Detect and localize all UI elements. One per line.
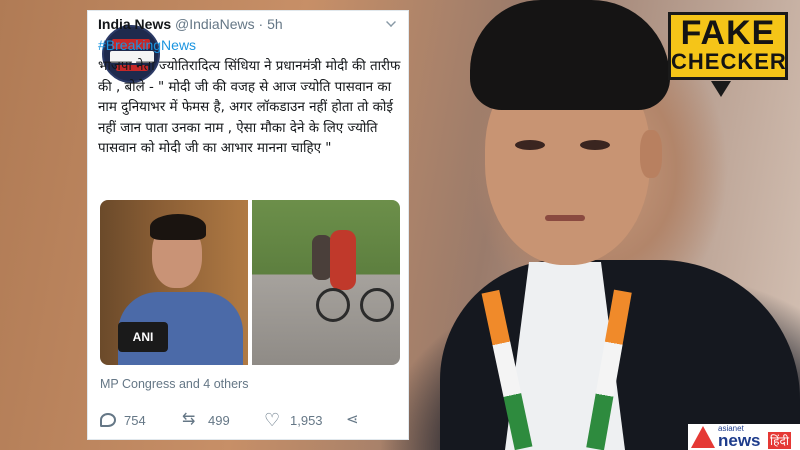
person-hair <box>470 0 670 110</box>
person-mouth <box>545 215 585 221</box>
bicycle-photo[interactable] <box>252 200 400 365</box>
reply-icon <box>100 413 116 427</box>
asianet-news-logo: asianet news हिंदी <box>688 424 800 450</box>
person-eye-left <box>515 140 545 150</box>
tweet-media[interactable]: ANI <box>100 200 400 365</box>
interview-photo[interactable]: ANI <box>100 200 248 365</box>
ani-mic-label: ANI <box>118 322 168 352</box>
bicycle-wheel-front <box>316 288 350 322</box>
tweet-text: भाजपा नेता ज्योतिरादित्य सिंधिया ने प्रध… <box>98 59 401 156</box>
badge-pointer <box>711 81 731 97</box>
reply-count: 754 <box>124 412 146 428</box>
bicycle-rider <box>330 230 356 290</box>
logo-triangle-icon <box>691 426 715 448</box>
tweet-time[interactable]: 5h <box>267 16 283 32</box>
bicycle-wheel-back <box>360 288 394 322</box>
bicycle-passenger <box>312 235 332 280</box>
tweet-actions: 754 ⇆ 499 ♡ 1,953 ⋖ <box>100 409 400 431</box>
tweet-card[interactable]: India News @IndiaNews · 5h #BreakingNews… <box>87 10 409 440</box>
reply-button[interactable]: 754 <box>100 409 146 431</box>
author-handle[interactable]: @IndiaNews <box>175 16 255 32</box>
retweet-icon: ⇆ <box>182 411 196 428</box>
header-separator: · <box>258 16 264 32</box>
badge-line2: CHECKER <box>671 49 787 74</box>
hashtag-link[interactable]: #BreakingNews <box>98 35 196 55</box>
tagged-users-note[interactable]: MP Congress and 4 others <box>100 377 248 391</box>
interview-hair <box>150 214 206 240</box>
person-eye-right <box>580 140 610 150</box>
share-button[interactable]: ⋖ <box>346 409 364 431</box>
retweet-button[interactable]: ⇆ 499 <box>182 409 230 431</box>
logo-big-text: news <box>718 431 761 450</box>
fake-checker-badge: FAKE CHECKER <box>668 12 788 97</box>
tweet-header: India News @IndiaNews · 5h <box>98 13 398 35</box>
author-name[interactable]: India News <box>98 16 171 32</box>
like-button[interactable]: ♡ 1,953 <box>264 409 323 431</box>
person-ear <box>640 130 662 178</box>
share-icon: ⋖ <box>346 411 359 428</box>
heart-icon: ♡ <box>264 410 281 430</box>
badge-line1: FAKE <box>680 14 776 52</box>
retweet-count: 499 <box>208 412 230 428</box>
like-count: 1,953 <box>290 412 323 428</box>
logo-language-tag: हिंदी <box>768 432 791 449</box>
